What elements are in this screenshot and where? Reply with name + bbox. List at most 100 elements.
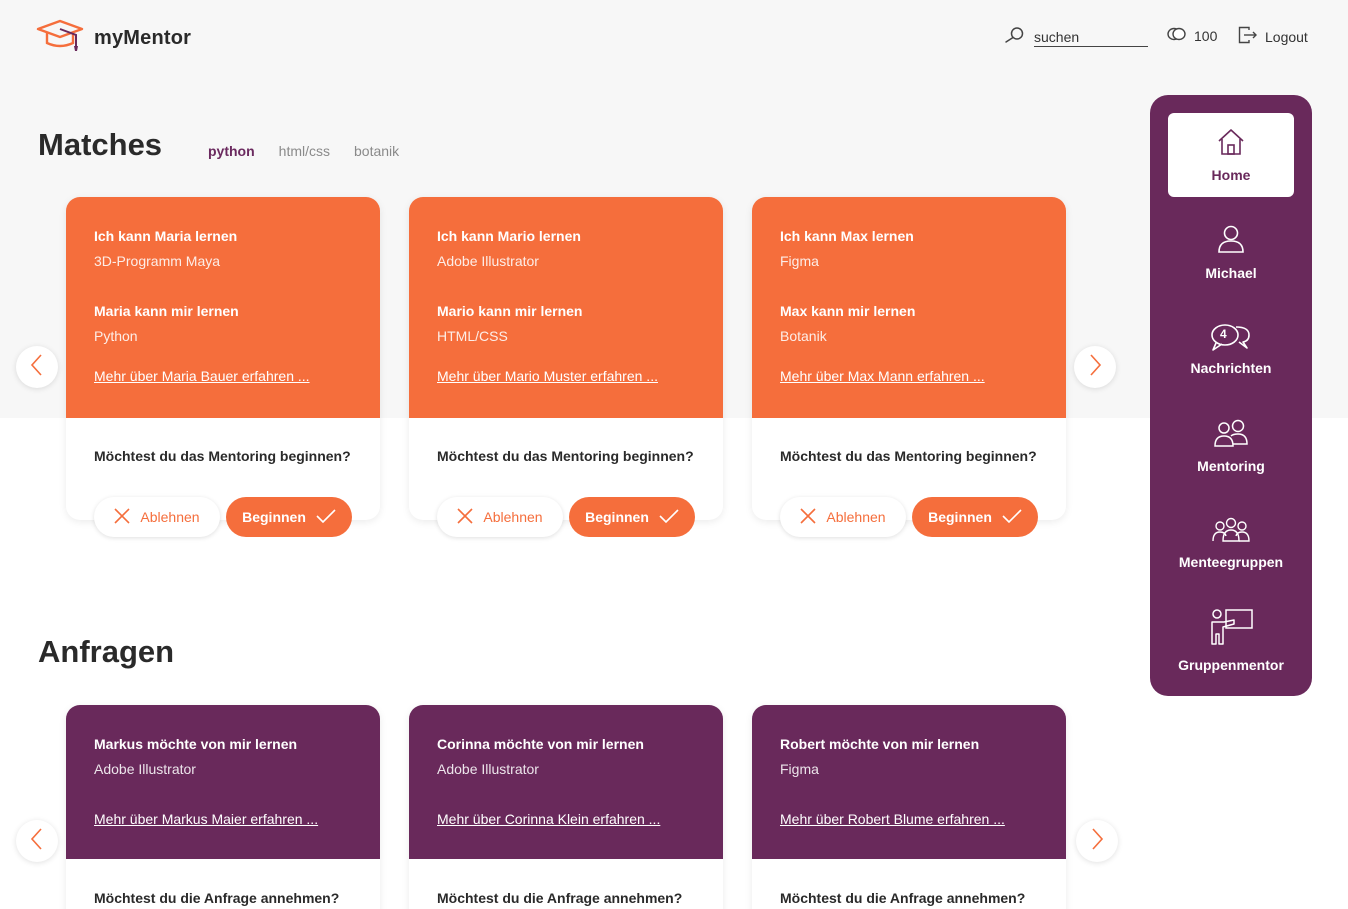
group-icon [1211,517,1251,546]
unread-count-badge: 4 [1220,327,1227,341]
tab-python[interactable]: python [208,143,255,159]
messages-icon: 4 [1209,322,1253,352]
request-card-header: Markus möchte von mir lernen Adobe Illus… [66,705,380,859]
start-label: Beginnen [928,509,992,525]
graduation-cap-icon [36,19,86,58]
requests-title: Anfragen [38,634,175,669]
i-can-learn: Ich kann Max lernen [780,228,914,244]
logout-label: Logout [1265,28,1308,45]
nav-item-messages[interactable]: 4 Nachrichten [1168,307,1294,391]
check-icon [1002,508,1022,526]
coin-count: 100 [1194,27,1218,44]
mentoring-question: Möchtest du das Mentoring beginnen? [437,448,694,464]
match-card-header: Ich kann Maria lernen 3D-Programm Maya M… [66,197,380,418]
profile-link[interactable]: Mehr über Maria Bauer erfahren ... [94,368,310,384]
request-headline: Corinna möchte von mir lernen [437,736,644,752]
brand-logo[interactable]: myMentor [36,19,191,58]
profile-link[interactable]: Mehr über Max Mann erfahren ... [780,368,985,384]
search-bar[interactable]: suchen [1004,26,1148,49]
request-topic: Figma [780,761,819,777]
request-question: Möchtest du die Anfrage annehmen? [94,890,340,906]
close-icon [457,507,473,527]
nav-label-profile: Michael [1205,264,1257,281]
nav-item-group-mentor[interactable]: Gruppenmentor [1168,598,1294,682]
decline-button[interactable]: Ablehnen [437,497,563,537]
nav-label-mentoring: Mentoring [1197,457,1265,474]
nav-item-mentoring[interactable]: Mentoring [1168,404,1294,488]
request-card: Markus möchte von mir lernen Adobe Illus… [66,705,380,909]
decline-button[interactable]: Ablehnen [780,497,906,537]
coins-icon [1166,27,1188,44]
match-card: Ich kann Mario lernen Adobe Illustrator … [409,197,723,537]
match-card-header: Ich kann Mario lernen Adobe Illustrator … [409,197,723,418]
start-button[interactable]: Beginnen [569,497,695,537]
nav-label-messages: Nachrichten [1190,360,1272,376]
decline-button[interactable]: Ablehnen [94,497,220,537]
matches-title: Matches [38,127,163,162]
start-button[interactable]: Beginnen [226,497,352,537]
matches-prev-button[interactable] [16,346,58,388]
nav-label-group-mentor: Gruppenmentor [1178,656,1284,673]
search-input[interactable]: suchen [1034,29,1148,47]
they-can-learn: Max kann mir lernen [780,303,916,319]
they-can-learn-topic: HTML/CSS [437,328,508,344]
mentoring-question: Möchtest du das Mentoring beginnen? [94,448,351,464]
chevron-left-icon [30,827,44,856]
close-icon [800,507,816,527]
search-icon[interactable] [1004,26,1026,49]
chevron-right-icon [1088,353,1102,382]
match-card: Ich kann Max lernen Figma Max kann mir l… [752,197,1066,537]
start-label: Beginnen [585,509,649,525]
pair-icon [1213,419,1249,450]
profile-link[interactable]: Mehr über Robert Blume erfahren ... [780,811,1005,827]
request-card: Corinna möchte von mir lernen Adobe Illu… [409,705,723,909]
brand-name: myMentor [94,27,192,49]
i-can-learn-topic: 3D-Programm Maya [94,253,221,269]
tab-html-css[interactable]: html/css [279,143,330,159]
logout-button[interactable]: Logout [1238,26,1308,47]
home-icon [1216,128,1246,159]
nav-label-mentee-groups: Menteegruppen [1178,553,1284,570]
request-card-header: Robert möchte von mir lernen Figma Mehr … [752,705,1066,859]
nav-item-profile[interactable]: Michael [1168,210,1294,294]
start-label: Beginnen [242,509,306,525]
request-card-header: Corinna möchte von mir lernen Adobe Illu… [409,705,723,859]
matches-next-button[interactable] [1074,346,1116,388]
side-navigation: Home Michael 4 Nachrichten Mentoring Men… [1150,95,1312,696]
request-headline: Markus möchte von mir lernen [94,736,298,752]
they-can-learn-topic: Python [94,328,138,344]
check-icon [659,508,679,526]
chevron-right-icon [1090,827,1104,856]
user-icon [1216,224,1246,257]
coin-balance: 100 [1166,27,1217,44]
mentoring-question: Möchtest du das Mentoring beginnen? [780,448,1037,464]
logout-icon [1238,26,1258,47]
check-icon [316,508,336,526]
close-icon [114,507,130,527]
chevron-left-icon [30,353,44,382]
request-question: Möchtest du die Anfrage annehmen? [437,890,683,906]
profile-link[interactable]: Mehr über Corinna Klein erfahren ... [437,811,660,827]
request-card: Robert möchte von mir lernen Figma Mehr … [752,705,1066,909]
tab-botanik[interactable]: botanik [354,143,399,159]
profile-link[interactable]: Mehr über Mario Muster erfahren ... [437,368,658,384]
nav-item-home[interactable]: Home [1168,113,1294,197]
i-can-learn: Ich kann Mario lernen [437,228,581,244]
request-topic: Adobe Illustrator [94,761,196,777]
i-can-learn-topic: Figma [780,253,819,269]
requests-next-button[interactable] [1076,820,1118,862]
i-can-learn-topic: Adobe Illustrator [437,253,539,269]
request-headline: Robert möchte von mir lernen [780,736,980,752]
nav-item-mentee-groups[interactable]: Menteegruppen [1168,501,1294,585]
request-topic: Adobe Illustrator [437,761,539,777]
start-button[interactable]: Beginnen [912,497,1038,537]
presenter-icon [1208,608,1254,649]
they-can-learn-topic: Botanik [780,328,827,344]
match-card-header: Ich kann Max lernen Figma Max kann mir l… [752,197,1066,418]
they-can-learn: Mario kann mir lernen [437,303,583,319]
profile-link[interactable]: Mehr über Markus Maier erfahren ... [94,811,318,827]
requests-prev-button[interactable] [16,820,58,862]
nav-label-home: Home [1211,166,1251,183]
they-can-learn: Maria kann mir lernen [94,303,239,319]
match-card: Ich kann Maria lernen 3D-Programm Maya M… [66,197,380,537]
